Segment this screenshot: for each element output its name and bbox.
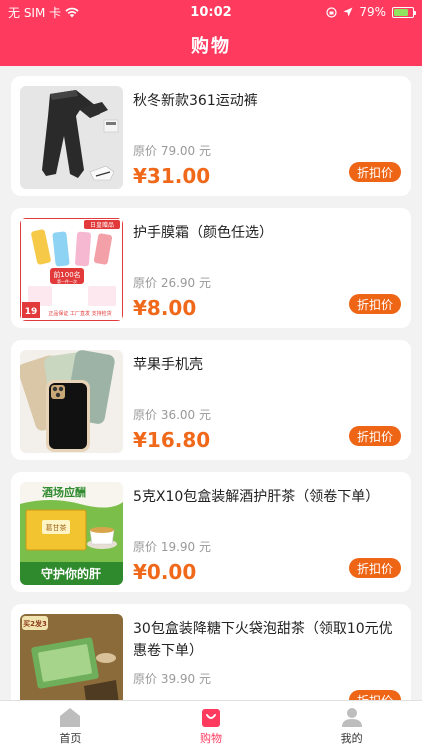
original-price: 原价 19.90 元 xyxy=(133,540,211,554)
tab-label: 购物 xyxy=(200,731,222,745)
product-card[interactable]: 苹果手机壳 原价 36.00 元 ¥16.80 折扣价 xyxy=(11,340,411,460)
tab-shopping[interactable]: 购物 xyxy=(141,701,282,750)
battery-icon xyxy=(392,6,416,18)
product-list[interactable]: 秋冬新款361运动裤 原价 79.00 元 ¥31.00 折扣价 日皇赠品 前1… xyxy=(0,66,422,700)
product-title: 30包盒装降糖下火袋泡甜茶（领取10元优惠卷下单） xyxy=(133,621,393,659)
location-icon xyxy=(343,7,353,17)
page-title: 购物 xyxy=(191,36,231,57)
discount-button[interactable]: 折扣价 xyxy=(349,690,401,700)
product-title: 秋冬新款361运动裤 xyxy=(133,93,258,109)
image-text-bottom: 守护你的肝 xyxy=(41,566,101,581)
discount-price: ¥31.00 xyxy=(133,164,211,188)
discount-price: ¥0.00 xyxy=(133,560,197,584)
product-title: 苹果手机壳 xyxy=(133,357,203,373)
product-card[interactable]: 酒场应酬 葛甘茶 守护你的肝 5克X10包盒装解酒护肝茶（领卷下单） 原价 19… xyxy=(11,472,411,592)
original-price: 原价 39.90 元 xyxy=(133,672,211,686)
product-card[interactable]: 秋冬新款361运动裤 原价 79.00 元 ¥31.00 折扣价 xyxy=(11,76,411,196)
discount-button[interactable]: 折扣价 xyxy=(349,294,401,314)
tab-home[interactable]: 首页 xyxy=(0,701,141,750)
product-image-sport-pants[interactable] xyxy=(20,86,123,189)
orientation-lock-icon xyxy=(326,6,337,18)
discount-price: ¥16.80 xyxy=(133,428,211,452)
user-icon xyxy=(341,707,362,727)
discount-price: ¥8.00 xyxy=(133,296,197,320)
tab-bar: 首页 购物 我的 xyxy=(0,700,422,750)
product-image-sweet-tea[interactable]: 买2发3 xyxy=(20,614,123,700)
status-time: 10:02 xyxy=(190,4,232,20)
tab-label: 我的 xyxy=(340,731,363,745)
image-text-mid: 前100名 xyxy=(53,270,80,279)
product-title: 5克X10包盒装解酒护肝茶（领卷下单） xyxy=(133,489,380,505)
discount-button[interactable]: 折扣价 xyxy=(349,162,401,182)
image-text-badge: 买2发3 xyxy=(23,619,47,628)
product-card[interactable]: 日皇赠品 前100名 第一件一次 19 正品保证 工厂直发 支持检货 护手膜霜（… xyxy=(11,208,411,328)
product-card[interactable]: 买2发3 30包盒装降糖下火袋泡甜茶（领取10元优惠卷下单） 原价 39.90 … xyxy=(11,604,411,700)
product-title: 护手膜霜（颜色任选） xyxy=(133,225,273,241)
product-image-phone-case[interactable] xyxy=(20,350,123,453)
image-text-top: 日皇赠品 xyxy=(90,221,114,229)
product-image-hand-cream[interactable]: 日皇赠品 前100名 第一件一次 19 正品保证 工厂直发 支持检货 xyxy=(20,218,123,321)
shopping-bag-icon xyxy=(202,708,220,727)
status-bar: 无 SIM 卡 10:02 79% xyxy=(0,0,422,24)
battery-percent: 79% xyxy=(359,5,386,19)
original-price: 原价 26.90 元 xyxy=(133,276,211,290)
status-left: 无 SIM 卡 xyxy=(8,4,158,21)
status-right: 79% xyxy=(264,5,416,19)
discount-button[interactable]: 折扣价 xyxy=(349,426,401,446)
nav-bar: 购物 xyxy=(0,24,422,66)
image-text-bottom: 正品保证 工厂直发 支持检货 xyxy=(48,310,111,317)
image-text-sub: 第一件一次 xyxy=(57,278,77,284)
discount-button[interactable]: 折扣价 xyxy=(349,558,401,578)
carrier-label: 无 SIM 卡 xyxy=(8,5,62,20)
image-text-top: 酒场应酬 xyxy=(42,485,86,499)
home-icon xyxy=(60,707,81,727)
original-price: 原价 36.00 元 xyxy=(133,408,211,422)
image-text-price: 19 xyxy=(25,307,38,317)
tab-label: 首页 xyxy=(59,731,82,745)
wifi-icon xyxy=(65,7,79,17)
tab-profile[interactable]: 我的 xyxy=(281,701,422,750)
original-price: 原价 79.00 元 xyxy=(133,144,211,158)
product-image-liver-tea[interactable]: 酒场应酬 葛甘茶 守护你的肝 xyxy=(20,482,123,585)
image-text-box: 葛甘茶 xyxy=(46,523,67,532)
